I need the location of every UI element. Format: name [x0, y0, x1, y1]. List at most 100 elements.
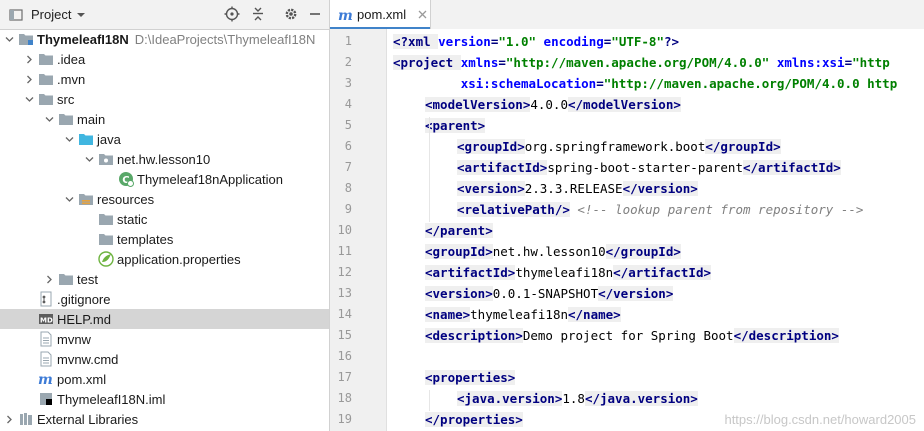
chevron-down-icon[interactable]	[24, 89, 34, 109]
chevron-right-icon[interactable]	[24, 69, 34, 89]
line-number: 8	[344, 181, 352, 195]
chevron-down-icon[interactable]	[44, 109, 54, 129]
indent-guide	[429, 390, 430, 411]
tree-item-label: ThymeleafI18N.iml	[57, 391, 166, 407]
collapse-all-icon[interactable]	[250, 6, 266, 22]
chevron-down-icon[interactable]	[64, 189, 74, 209]
tree-item[interactable]: application.properties	[0, 249, 329, 269]
tree-item[interactable]: test	[0, 269, 329, 289]
tree-item[interactable]: ThymeleafI18N.iml	[0, 389, 329, 409]
iml-icon	[38, 391, 54, 407]
code-token-txt: org.springframework.boot	[524, 139, 706, 154]
code-line: <project xmlns="http://maven.apache.org/…	[387, 52, 924, 73]
code-token-tag: ?>	[663, 34, 680, 49]
editor-tab-bar: m pom.xml	[330, 0, 924, 30]
libraries-icon	[18, 411, 34, 427]
line-number: 12	[337, 265, 352, 279]
locate-file-icon[interactable]	[224, 6, 240, 22]
code-line: <artifactId>thymeleafi18n</artifactId>	[387, 262, 924, 283]
line-number: 11	[337, 244, 352, 258]
code-line: <version>0.0.1-SNAPSHOT</version>	[387, 283, 924, 304]
code-token-tag: <artifactId>	[425, 265, 516, 280]
code-line: <artifactId>spring-boot-starter-parent</…	[387, 157, 924, 178]
tree-item[interactable]: .idea	[0, 49, 329, 69]
chevron-down-icon[interactable]	[64, 129, 74, 149]
tree-item[interactable]: mvnw.cmd	[0, 349, 329, 369]
module-folder-icon	[18, 31, 34, 47]
resources-folder-icon	[78, 191, 94, 207]
code-token-tag: <parent>	[425, 118, 486, 133]
line-number: 9	[344, 202, 352, 216]
chevron-right-icon[interactable]	[44, 269, 54, 289]
tree-item-label: application.properties	[117, 251, 241, 267]
project-panel-title[interactable]: Project	[31, 7, 71, 22]
gear-icon[interactable]	[283, 6, 299, 22]
code-token-txt: 0.0.1-SNAPSHOT	[492, 286, 599, 301]
tree-item[interactable]: .gitignore	[0, 289, 329, 309]
code-token-tag: </description>	[733, 328, 839, 343]
tree-item[interactable]: C Thymeleaf18nApplication	[0, 169, 329, 189]
tree-item-label: templates	[117, 231, 174, 247]
code-token-tag	[393, 76, 461, 91]
tree-item[interactable]: static	[0, 209, 329, 229]
tree-item[interactable]: main	[0, 109, 329, 129]
line-number: 6	[344, 139, 352, 153]
tree-item[interactable]: .mvn	[0, 69, 329, 89]
chevron-down-icon[interactable]	[73, 7, 89, 23]
code-token-tag: </properties>	[425, 412, 523, 427]
code-token-txt: thymeleafi18n	[515, 265, 614, 280]
code-token-tag	[536, 34, 544, 49]
chevron-down-icon[interactable]	[4, 29, 14, 49]
line-number: 4	[344, 97, 352, 111]
maven-icon: m	[338, 7, 354, 23]
line-number: 17	[337, 370, 352, 384]
folder-icon	[98, 231, 114, 247]
code-token-txt: thymeleafi18n	[470, 307, 568, 322]
code-token-tag: </groupId>	[705, 139, 781, 154]
tree-item[interactable]: External Libraries	[0, 409, 329, 429]
tree-item[interactable]: mvnw	[0, 329, 329, 349]
code-token-txt: Demo project for Spring Boot	[522, 328, 734, 343]
line-number: 16	[337, 349, 352, 363]
chevron-right-icon[interactable]	[24, 49, 34, 69]
tree-item-label: pom.xml	[57, 371, 107, 387]
chevron-down-icon[interactable]	[84, 149, 94, 169]
tree-item-label: main	[77, 111, 106, 127]
tree-item[interactable]: m pom.xml	[0, 369, 329, 389]
code-editor[interactable]: <?xml version="1.0" encoding="UTF-8"?> <p…	[387, 29, 924, 431]
code-token-tag: <relativePath/>	[457, 202, 570, 217]
tree-item[interactable]: ThymeleafI18N D:\IdeaProjects\ThymeleafI1…	[0, 29, 329, 49]
code-token-txt: 2.3.3.RELEASE	[524, 181, 623, 196]
code-token-tag	[769, 55, 777, 70]
file-icon	[38, 331, 54, 347]
code-line: <?xml version="1.0" encoding="UTF-8"?>	[387, 31, 924, 52]
tree-item[interactable]: templates	[0, 229, 329, 249]
tree-item[interactable]: net.hw.lesson10	[0, 149, 329, 169]
close-icon[interactable]	[414, 7, 430, 23]
code-token-str: "http://maven.apache.org/POM/4.0.0"	[505, 55, 770, 70]
tree-item-label: static	[117, 211, 148, 227]
tree-item[interactable]: MD HELP.md	[0, 309, 329, 329]
code-token-tag: </artifactId>	[742, 160, 841, 175]
line-number: 5	[344, 118, 352, 132]
chevron-right-icon[interactable]	[4, 409, 14, 429]
editor-area: m pom.xml 1 2 3 4 5 6 7 8 9 10 11 12 13 14 15 16 17 18 19 …	[330, 0, 924, 431]
code-token-tag: <name>	[425, 307, 471, 322]
file-icon	[38, 351, 54, 367]
tab-pom-xml[interactable]: m pom.xml	[330, 0, 431, 30]
tree-item[interactable]: src	[0, 89, 329, 109]
tree-item[interactable]: resources	[0, 189, 329, 209]
code-token-tag: <?xml	[393, 34, 439, 49]
hide-panel-icon[interactable]	[307, 6, 323, 22]
source-folder-icon	[78, 131, 94, 147]
tree-item-label: src	[57, 91, 75, 107]
code-token-tag: <groupId>	[457, 139, 525, 154]
tree-item-label: HELP.md	[57, 311, 111, 327]
code-token-attr: xmlns:xsi	[776, 55, 845, 70]
watermark: https://blog.csdn.net/howard2005	[724, 412, 916, 427]
tree-item[interactable]: java	[0, 129, 329, 149]
tree-item-label: test	[77, 271, 98, 287]
